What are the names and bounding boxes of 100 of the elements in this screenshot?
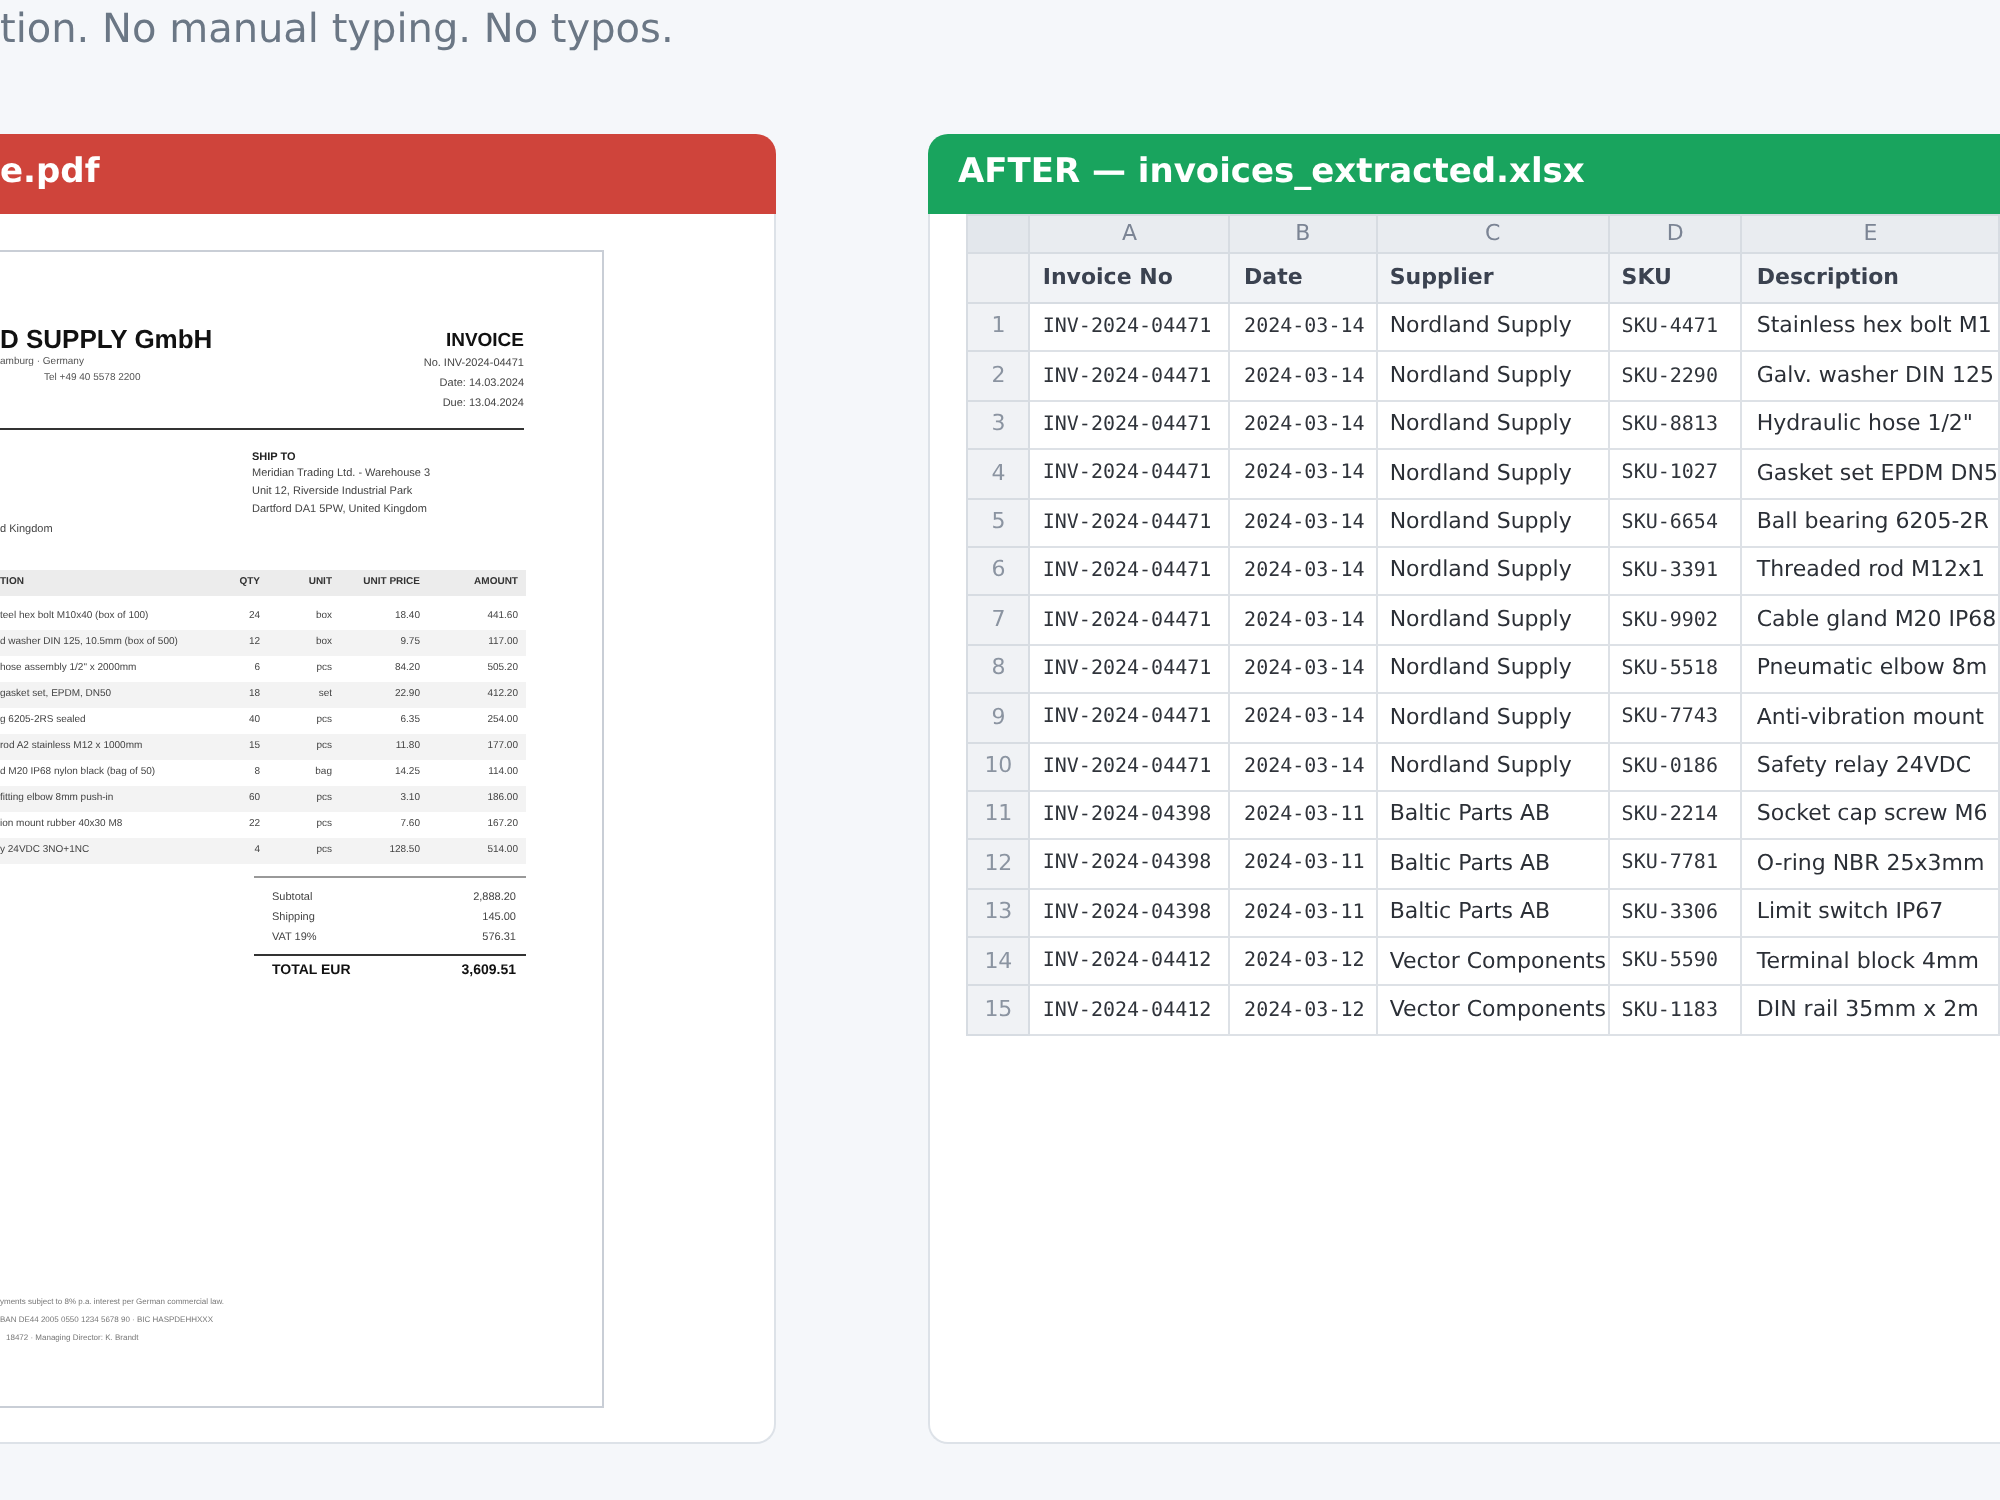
table-cell: Pneumatic elbow 8m bbox=[1741, 644, 1999, 694]
table-cell: Nordland Supply bbox=[1376, 303, 1609, 352]
table-cell: Nordland Supply bbox=[1376, 449, 1609, 499]
table-cell: SKU-5518 bbox=[1608, 644, 1742, 694]
table-cell: INV-2024-04471 bbox=[1029, 546, 1230, 596]
table-cell: Nordland Supply bbox=[1376, 498, 1609, 547]
row-number: 6 bbox=[967, 546, 1030, 596]
row-number: 2 bbox=[967, 351, 1030, 401]
table-cell: SKU-7743 bbox=[1608, 693, 1742, 743]
table-cell: Nordland Supply bbox=[1376, 693, 1609, 743]
table-cell: 2024-03-11 bbox=[1229, 790, 1377, 840]
table-cell: SKU-1183 bbox=[1608, 985, 1742, 1035]
column-letter: E bbox=[1741, 215, 1999, 253]
company-name: D SUPPLY GmbH bbox=[0, 324, 213, 354]
table-cell: SKU-8813 bbox=[1608, 400, 1742, 450]
table-cell: 2024-03-14 bbox=[1229, 400, 1377, 450]
table-cell: 2024-03-14 bbox=[1229, 595, 1377, 645]
table-cell: Nordland Supply bbox=[1376, 400, 1609, 450]
table-cell: 2024-03-14 bbox=[1229, 546, 1377, 596]
table-cell: SKU-3306 bbox=[1608, 888, 1742, 938]
table-cell: INV-2024-04471 bbox=[1029, 498, 1230, 547]
column-header: Supplier bbox=[1376, 253, 1609, 303]
table-cell: INV-2024-04398 bbox=[1029, 790, 1230, 840]
table-cell: SKU-9902 bbox=[1608, 595, 1742, 645]
table-cell: Hydraulic hose 1/2" bbox=[1741, 400, 1999, 450]
column-header: Description bbox=[1741, 253, 1999, 303]
table-cell: SKU-2290 bbox=[1608, 351, 1742, 401]
row-number: 10 bbox=[967, 742, 1030, 791]
table-cell: 2024-03-14 bbox=[1229, 693, 1377, 743]
table-cell: Anti-vibration mount bbox=[1741, 693, 1999, 743]
column-header: Invoice No bbox=[1029, 253, 1230, 303]
row-number: 12 bbox=[967, 839, 1030, 889]
table-cell: SKU-5590 bbox=[1608, 937, 1742, 986]
table-cell: 2024-03-14 bbox=[1229, 303, 1377, 352]
table-cell: INV-2024-04412 bbox=[1029, 985, 1230, 1035]
intro-text: tion. No manual typing. No typos. bbox=[0, 4, 674, 52]
table-cell: 2024-03-14 bbox=[1229, 351, 1377, 401]
table-cell: Baltic Parts AB bbox=[1376, 839, 1609, 889]
table-cell: 2024-03-11 bbox=[1229, 839, 1377, 889]
table-cell: DIN rail 35mm x 2m bbox=[1741, 985, 1999, 1035]
table-cell: SKU-1027 bbox=[1608, 449, 1742, 499]
table-cell: 2024-03-14 bbox=[1229, 449, 1377, 499]
table-cell: 2024-03-12 bbox=[1229, 937, 1377, 986]
table-cell: Stainless hex bolt M1 bbox=[1741, 303, 1999, 352]
table-cell: Nordland Supply bbox=[1376, 351, 1609, 401]
table-cell: Vector Components bbox=[1376, 937, 1609, 986]
table-cell: Nordland Supply bbox=[1376, 742, 1609, 791]
row-number: 1 bbox=[967, 303, 1030, 352]
table-cell: INV-2024-04471 bbox=[1029, 449, 1230, 499]
document-title: INVOICE bbox=[445, 330, 524, 354]
table-cell: INV-2024-04471 bbox=[1029, 400, 1230, 450]
table-cell: SKU-4471 bbox=[1608, 303, 1742, 352]
row-number: 8 bbox=[967, 644, 1030, 694]
column-letter: B bbox=[1229, 215, 1377, 253]
panel-title: e.pdf bbox=[0, 150, 100, 197]
table-cell: Nordland Supply bbox=[1376, 595, 1609, 645]
table-cell: SKU-2214 bbox=[1608, 790, 1742, 840]
table-cell: INV-2024-04398 bbox=[1029, 888, 1230, 938]
table-cell: INV-2024-04471 bbox=[1029, 303, 1230, 352]
row-number: 4 bbox=[967, 449, 1030, 499]
table-cell: INV-2024-04471 bbox=[1029, 595, 1230, 645]
table-cell: 2024-03-11 bbox=[1229, 888, 1377, 938]
row-number-cell bbox=[967, 253, 1030, 303]
table-cell: 2024-03-14 bbox=[1229, 498, 1377, 547]
table-cell: Gasket set EPDM DN5 bbox=[1741, 449, 1999, 499]
table-cell: SKU-0186 bbox=[1608, 742, 1742, 791]
table-cell: Baltic Parts AB bbox=[1376, 888, 1609, 938]
table-cell: 2024-03-14 bbox=[1229, 742, 1377, 791]
row-number: 14 bbox=[967, 937, 1030, 986]
table-cell: Ball bearing 6205-2R bbox=[1741, 498, 1999, 547]
table-cell: 2024-03-14 bbox=[1229, 644, 1377, 694]
table-cell: SKU-7781 bbox=[1608, 839, 1742, 889]
row-number: 7 bbox=[967, 595, 1030, 645]
column-letter: D bbox=[1608, 215, 1742, 253]
table-cell: Vector Components bbox=[1376, 985, 1609, 1035]
table-cell: INV-2024-04471 bbox=[1029, 742, 1230, 791]
column-letter: C bbox=[1376, 215, 1609, 253]
table-cell: Threaded rod M12x1 bbox=[1741, 546, 1999, 596]
panel-title: AFTER — invoices_extracted.xlsx bbox=[958, 150, 1585, 197]
row-number: 3 bbox=[967, 400, 1030, 450]
column-header: Date bbox=[1229, 253, 1377, 303]
table-cell: Safety relay 24VDC bbox=[1741, 742, 1999, 791]
row-number: 13 bbox=[967, 888, 1030, 938]
table-cell: INV-2024-04412 bbox=[1029, 937, 1230, 986]
column-header: SKU bbox=[1608, 253, 1742, 303]
table-cell: Galv. washer DIN 125 bbox=[1741, 351, 1999, 401]
row-number: 15 bbox=[967, 985, 1030, 1035]
table-cell: 2024-03-12 bbox=[1229, 985, 1377, 1035]
table-cell: Limit switch IP67 bbox=[1741, 888, 1999, 938]
table-cell: O-ring NBR 25x3mm bbox=[1741, 839, 1999, 889]
table-cell: SKU-6654 bbox=[1608, 498, 1742, 547]
table-cell: SKU-3391 bbox=[1608, 546, 1742, 596]
row-number: 5 bbox=[967, 498, 1030, 547]
column-letter: A bbox=[1029, 215, 1230, 253]
table-cell: Terminal block 4mm bbox=[1741, 937, 1999, 986]
table-cell: INV-2024-04471 bbox=[1029, 644, 1230, 694]
table-cell: INV-2024-04398 bbox=[1029, 839, 1230, 889]
row-number: 11 bbox=[967, 790, 1030, 840]
row-number: 9 bbox=[967, 693, 1030, 743]
table-cell: Nordland Supply bbox=[1376, 644, 1609, 694]
